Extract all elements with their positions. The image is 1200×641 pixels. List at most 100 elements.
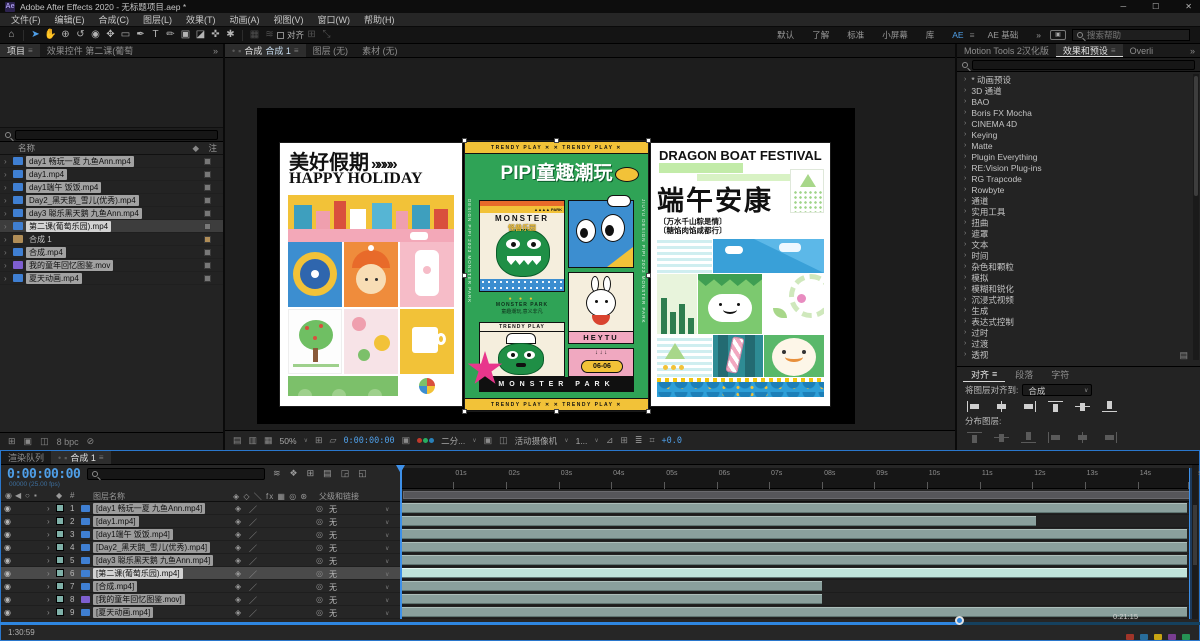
snap-align-toggle[interactable]: 对齐 — [277, 29, 304, 41]
tab-overflow-panel[interactable]: Overli — [1123, 44, 1161, 57]
expander-icon[interactable]: › — [47, 608, 50, 617]
label-color-swatch[interactable] — [56, 582, 64, 590]
eye-icon[interactable]: ◉ — [4, 504, 11, 513]
expander-icon[interactable]: › — [4, 196, 10, 205]
label-color-box[interactable] — [204, 210, 211, 217]
shy-toggle-icon[interactable]: ◈ — [235, 608, 241, 617]
chevron-down-icon[interactable]: ∨ — [385, 584, 389, 591]
project-search-input[interactable] — [15, 130, 218, 140]
distribute-h-center-button[interactable] — [1075, 432, 1090, 443]
effect-category-row[interactable]: › 表达式控制 — [957, 316, 1195, 327]
chevron-right-icon[interactable]: › — [964, 164, 966, 171]
menu-item[interactable]: 文件(F) — [4, 13, 48, 26]
tab-composition[interactable]: • ▪ 合成 合成 1 ≡ — [225, 44, 306, 57]
chevron-right-icon[interactable]: › — [964, 351, 966, 358]
layer-duration-bar[interactable] — [402, 542, 1187, 552]
menu-item[interactable]: 帮助(H) — [357, 13, 402, 26]
parent-dropdown[interactable]: 无 — [329, 517, 337, 528]
effect-category-row[interactable]: › RG Trapcode — [957, 173, 1195, 184]
parent-pickwhip-icon[interactable]: ◎ — [316, 608, 323, 617]
composition-mini-flowchart-icon[interactable]: ≋ — [273, 468, 281, 479]
effects-panel-options-icon[interactable]: ▤ — [1179, 350, 1188, 361]
eye-icon[interactable]: ◉ — [4, 556, 11, 565]
distribute-left-button[interactable] — [1048, 432, 1063, 443]
chevron-right-icon[interactable]: › — [964, 131, 966, 138]
new-folder-icon[interactable]: ▣ — [24, 436, 33, 447]
effect-category-row[interactable]: › 过渡 — [957, 338, 1195, 349]
selection-handle[interactable] — [554, 138, 559, 143]
timeline-layer-row[interactable]: ◉ › 5 [day3 聪乐黑天鹅 九鱼Ann.mp4] ◈ ／ ◎ 无 ∨ — [1, 554, 401, 567]
expander-icon[interactable]: › — [47, 582, 50, 591]
effect-category-row[interactable]: › Keying — [957, 129, 1195, 140]
parent-pickwhip-icon[interactable]: ◎ — [316, 569, 323, 578]
quality-toggle-icon[interactable]: ／ — [249, 608, 257, 619]
tab-layer[interactable]: 图层 (无) — [306, 44, 356, 57]
puppet-pin-tool-icon[interactable]: ✜ — [208, 27, 223, 43]
shy-toggle-icon[interactable]: ◈ — [235, 530, 241, 539]
project-file-row[interactable]: › Day2_黑天鹅_雪儿(优秀).mp4 — [0, 194, 223, 207]
chevron-right-icon[interactable]: › — [964, 87, 966, 94]
eye-icon[interactable]: ◉ — [4, 595, 11, 604]
expander-icon[interactable]: › — [4, 222, 10, 231]
expander-icon[interactable]: › — [47, 504, 50, 513]
chevron-right-icon[interactable]: › — [964, 296, 966, 303]
selection-handle[interactable] — [646, 273, 651, 278]
hand-tool-icon[interactable]: ✋ — [43, 27, 58, 43]
project-file-row[interactable]: › 合成.mp4 — [0, 246, 223, 259]
minimize-button[interactable]: ─ — [1120, 2, 1126, 11]
layer-duration-bar[interactable] — [402, 503, 1187, 513]
timeline-layer-row[interactable]: ◉ › 9 [夏天动画.mp4] ◈ ／ ◎ 无 ∨ — [1, 606, 401, 619]
quality-toggle-icon[interactable]: ／ — [249, 582, 257, 593]
motion-blur-icon[interactable]: ◲ — [341, 468, 350, 479]
project-file-row[interactable]: › 第二课(葡萄乐园).mp4 — [0, 220, 223, 233]
tab-overflow-icon[interactable]: » — [208, 44, 223, 57]
project-file-row[interactable]: › day3 聪乐黑天鹅 九鱼Ann.mp4 — [0, 207, 223, 220]
parent-dropdown[interactable]: 无 — [329, 595, 337, 606]
lock-icon[interactable]: ▪ — [238, 46, 241, 56]
effect-category-row[interactable]: › RE:Vision Plug-ins — [957, 162, 1195, 173]
project-bit-depth[interactable]: 8 bpc — [57, 437, 79, 447]
expander-icon[interactable]: › — [47, 595, 50, 604]
project-file-row[interactable]: › day1端午 饭饭.mp4 — [0, 181, 223, 194]
shy-toggle-icon[interactable]: ◈ — [235, 595, 241, 604]
parent-pickwhip-icon[interactable]: ◎ — [316, 530, 323, 539]
rotate-tool-icon[interactable]: ↺ — [73, 27, 88, 43]
expander-icon[interactable]: › — [4, 235, 10, 244]
chevron-down-icon[interactable]: ∨ — [385, 532, 389, 539]
timeline-scrollbar[interactable] — [1192, 465, 1198, 619]
chevron-right-icon[interactable]: › — [964, 307, 966, 314]
chevron-right-icon[interactable]: › — [964, 76, 966, 83]
expander-icon[interactable]: › — [4, 248, 10, 257]
eye-icon[interactable]: ◉ — [4, 517, 11, 526]
eye-icon[interactable]: ◉ — [4, 543, 11, 552]
layer-track[interactable] — [401, 541, 1194, 554]
home-icon[interactable]: ⌂ — [4, 27, 19, 43]
project-file-row[interactable]: › 夏天动画.mp4 — [0, 272, 223, 285]
label-color-box[interactable] — [204, 249, 211, 256]
effects-scrollbar[interactable] — [1193, 74, 1199, 360]
draft-3d-icon[interactable]: ❖ — [290, 468, 298, 479]
timeline-layer-row[interactable]: ◉ › 7 [合成.mp4] ◈ ／ ◎ 无 ∨ — [1, 580, 401, 593]
chevron-down-icon[interactable]: ∨ — [385, 545, 389, 552]
tab-character[interactable]: 字符 — [1043, 368, 1077, 381]
pen-tool-icon[interactable]: ✒ — [133, 27, 148, 43]
effect-category-row[interactable]: › Rowbyte — [957, 184, 1195, 195]
shy-toggle-icon[interactable]: ◈ — [235, 543, 241, 552]
parent-pickwhip-icon[interactable]: ◎ — [316, 517, 323, 526]
chevron-right-icon[interactable]: › — [964, 263, 966, 270]
distribute-v-center-button[interactable] — [994, 432, 1009, 443]
effect-category-row[interactable]: › 杂色和颗粒 — [957, 261, 1195, 272]
time-ruler[interactable]: 01s 02s 03s 04s 05s 06s 07s 08s 09s 10s … — [401, 468, 1194, 489]
composition-stage[interactable]: 美好假期»»»» HAPPY HOLIDAY — [257, 108, 855, 424]
workspace-button[interactable]: 库 — [917, 29, 944, 41]
parent-dropdown[interactable]: 无 — [329, 569, 337, 580]
chevron-down-icon[interactable]: ∨ — [385, 571, 389, 578]
timeline-layer-row[interactable]: ◉ › 8 [我的童年回忆图鉴.mov] ◈ ／ ◎ 无 ∨ — [1, 593, 401, 606]
chevron-right-icon[interactable]: › — [964, 142, 966, 149]
quality-toggle-icon[interactable]: ／ — [249, 517, 257, 528]
label-color-box[interactable] — [204, 184, 211, 191]
parent-pickwhip-icon[interactable]: ◎ — [316, 582, 323, 591]
chevron-right-icon[interactable]: › — [964, 329, 966, 336]
align-to-dropdown[interactable]: 合成 — [1022, 384, 1092, 396]
parent-pickwhip-icon[interactable]: ◎ — [316, 543, 323, 552]
